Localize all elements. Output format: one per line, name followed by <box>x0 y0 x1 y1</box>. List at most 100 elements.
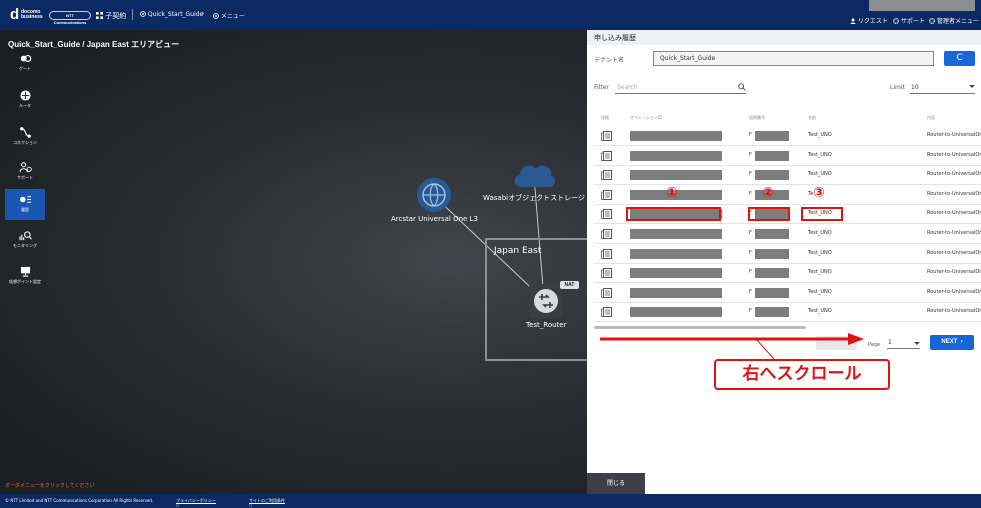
redacted-operation-id <box>630 229 722 239</box>
cloud-icon[interactable] <box>511 157 557 189</box>
horizontal-scrollbar[interactable] <box>594 326 806 329</box>
breadcrumb-menu[interactable]: メニュー <box>213 11 245 20</box>
table-row[interactable]: F Test_UNO Router-to-UniversalOne <box>594 225 981 244</box>
search-input[interactable]: Search <box>615 82 746 94</box>
contract-menu[interactable]: 子契約 <box>96 11 126 21</box>
redacted-number <box>755 150 789 161</box>
logo-text: docomo business <box>21 9 43 20</box>
chevron-right-icon: › <box>201 9 205 19</box>
redacted-operation-id <box>630 268 722 279</box>
document-icon[interactable] <box>601 170 612 181</box>
search-icon[interactable] <box>738 83 746 91</box>
external-link-icon: ◻ <box>249 502 253 507</box>
scroll-right-callout: 右へスクロール <box>714 359 890 390</box>
number-prefix: F <box>749 190 752 197</box>
docomo-business-logo[interactable]: d docomo business <box>10 6 46 23</box>
terms-label: サイトのご利用条件 <box>249 498 285 503</box>
table-row[interactable]: F Test_UNO Router-to-UniversalOne <box>594 127 981 146</box>
support-link[interactable]: サポート <box>893 16 925 25</box>
settings-icon <box>929 18 935 24</box>
privacy-label: プライバシーポリシー <box>176 498 216 503</box>
row-name: Test_UNO <box>808 230 832 236</box>
close-button[interactable]: 閉じる <box>587 473 645 494</box>
chevron-down-icon <box>914 342 920 345</box>
gear-icon <box>893 18 899 24</box>
redacted-operation-id <box>630 287 722 298</box>
row-name: Test_UNO <box>808 171 832 178</box>
document-icon[interactable] <box>601 287 612 298</box>
row-content: Router-to-UniversalOne <box>927 308 981 315</box>
row-name: Test_UNO <box>808 132 832 138</box>
support-label: サポート <box>900 18 925 25</box>
header-user-area[interactable] <box>869 0 975 11</box>
order-menu-hint: オーダメニューをクリックしてください <box>5 483 95 489</box>
number-prefix: F <box>749 171 752 178</box>
table-row[interactable]: F Te Router-to-UniversalOne <box>594 186 981 205</box>
redacted-number <box>755 131 789 141</box>
arcstar-label: Arcstar Universal One L3 <box>391 215 478 223</box>
document-icon[interactable] <box>601 307 612 318</box>
number-prefix: F <box>749 288 752 295</box>
admin-menu-link[interactable]: 管理者メニュー <box>929 16 979 25</box>
table-row[interactable]: F Test_UNO Router-to-UniversalOne <box>594 284 981 303</box>
refresh-button[interactable]: C <box>944 51 975 66</box>
table-row[interactable]: F Test_UNO Router-to-UniversalOne <box>594 147 981 166</box>
column-header-content: 内容 <box>927 115 935 120</box>
area-map-view[interactable]: Quick_Start_Guide / Japan East エリアビュー ゲー… <box>0 30 595 494</box>
breadcrumb-menu-label: メニュー <box>220 13 245 20</box>
document-icon[interactable] <box>601 150 612 161</box>
wasabi-label: Wasabiオブジェクトストレージ <box>483 194 585 202</box>
request-label: リクエスト <box>857 18 888 25</box>
redacted-operation-id <box>630 131 722 141</box>
privacy-link[interactable]: ◻ プライバシーポリシー <box>176 498 216 507</box>
table-row[interactable]: F Test_UNO Router-to-UniversalOne <box>594 166 981 186</box>
row-content: Router-to-UniversalOne <box>927 171 981 178</box>
row-name: Test_UNO <box>808 269 832 276</box>
number-prefix: F <box>749 151 752 158</box>
breadcrumb-tenant[interactable]: Quick_Start_Guide <box>140 11 203 18</box>
highlight-number <box>748 207 790 221</box>
redacted-operation-id <box>630 248 722 259</box>
grid-icon <box>96 12 103 19</box>
document-icon[interactable] <box>601 131 612 141</box>
highlight-name <box>801 207 843 221</box>
document-icon[interactable] <box>601 248 612 259</box>
limit-label: Limit <box>890 84 905 91</box>
tenant-label: テナント名 <box>594 57 625 64</box>
request-link[interactable]: リクエスト <box>850 16 888 25</box>
copyright-text: © NTT Limited and NTT Communications Cor… <box>5 498 154 503</box>
document-icon[interactable] <box>601 209 612 220</box>
person-icon <box>850 18 856 24</box>
redacted-number <box>755 268 789 279</box>
ntt-communications-logo: NTT Communications <box>49 11 91 25</box>
row-content: Router-to-UniversalOne <box>927 249 981 256</box>
row-content: Router-to-UniversalOne <box>927 269 981 276</box>
number-prefix: F <box>749 230 752 236</box>
router-node-icon[interactable] <box>529 284 563 318</box>
tenant-name-field[interactable]: Quick_Start_Guide <box>653 51 934 66</box>
panel-title: 申し込み履歴 <box>587 30 981 45</box>
row-name: Test_UNO <box>808 308 832 315</box>
chevron-down-icon <box>969 85 975 88</box>
table-row[interactable]: F Test_UNO Router-to-UniversalOne <box>594 303 981 323</box>
table-row[interactable]: F Test_UNO Router-to-UniversalOne <box>594 245 981 264</box>
next-page-button[interactable]: NEXT › <box>930 335 974 350</box>
redacted-number <box>755 229 789 239</box>
row-content: Router-to-UniversalOne <box>927 230 981 236</box>
chevron-right-icon: › <box>959 339 963 345</box>
number-prefix: F <box>749 132 752 138</box>
limit-select[interactable]: 10 <box>910 82 975 94</box>
redacted-number <box>755 170 789 181</box>
redacted-operation-id <box>630 170 722 181</box>
globe-icon[interactable] <box>416 177 452 213</box>
row-content: Router-to-UniversalOne <box>927 210 981 217</box>
redacted-number <box>755 287 789 298</box>
document-icon[interactable] <box>601 189 612 200</box>
marker-1: ① <box>666 185 678 201</box>
terms-link[interactable]: ◻ サイトのご利用条件 <box>249 498 285 507</box>
document-icon[interactable] <box>601 229 612 239</box>
nat-badge: NAT <box>560 281 579 289</box>
header-divider <box>132 9 133 20</box>
table-row[interactable]: F Test_UNO Router-to-UniversalOne <box>594 264 981 284</box>
document-icon[interactable] <box>601 268 612 279</box>
